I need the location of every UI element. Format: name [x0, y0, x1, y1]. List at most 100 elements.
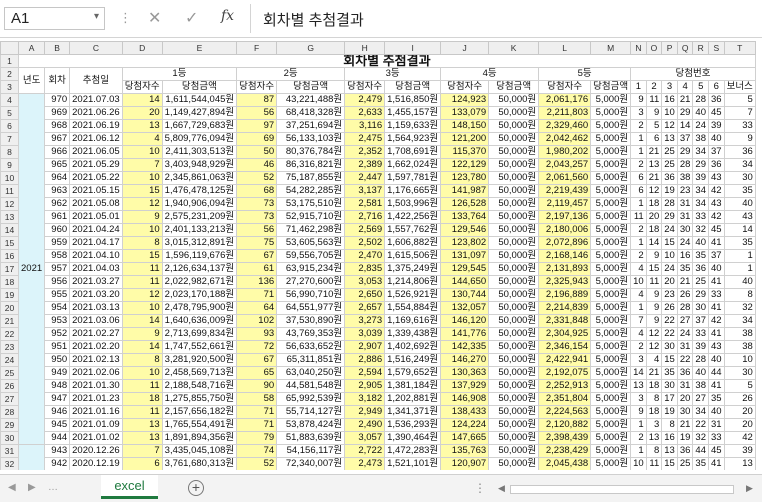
winners-cell[interactable]: 135,763: [440, 444, 490, 458]
winners-cell[interactable]: 52: [236, 171, 278, 185]
amount-cell[interactable]: 1,503,996원: [384, 197, 442, 211]
amount-cell[interactable]: 5,000원: [590, 366, 632, 380]
amount-cell[interactable]: 50,000원: [488, 314, 540, 328]
winners-cell[interactable]: 146,270: [440, 353, 490, 367]
number-cell[interactable]: 30: [661, 379, 678, 393]
winners-cell[interactable]: 2,331,848: [538, 314, 592, 328]
amount-cell[interactable]: 50,000원: [488, 184, 540, 198]
amount-cell[interactable]: 50,000원: [488, 106, 540, 120]
bonus-cell[interactable]: 5: [723, 93, 756, 107]
amount-cell[interactable]: 1,275,855,750원: [161, 392, 238, 406]
number-cell[interactable]: 1: [630, 418, 647, 432]
winners-cell[interactable]: 2,197,136: [538, 210, 592, 224]
amount-cell[interactable]: 37,251,694원: [276, 119, 346, 133]
number-cell[interactable]: 4: [630, 288, 647, 302]
amount-cell[interactable]: 50,000원: [488, 301, 540, 315]
number-cell[interactable]: 2: [630, 158, 647, 172]
winners-cell[interactable]: 2,214,839: [538, 301, 592, 315]
winners-cell[interactable]: 18: [121, 392, 163, 406]
number-cell[interactable]: 1: [630, 444, 647, 458]
winners-cell[interactable]: 137,929: [440, 379, 490, 393]
winners-cell[interactable]: 115,370: [440, 145, 490, 159]
number-cell[interactable]: 39: [692, 171, 709, 185]
number-cell[interactable]: 15: [661, 353, 678, 367]
number-cell[interactable]: 13: [661, 444, 678, 458]
winners-cell[interactable]: 9: [121, 327, 163, 341]
winners-cell[interactable]: 147,665: [440, 431, 490, 445]
bonus-cell[interactable]: 42: [723, 431, 756, 445]
number-cell[interactable]: 41: [708, 327, 725, 341]
amount-cell[interactable]: 2,478,795,900원: [161, 301, 238, 315]
winners-cell[interactable]: 102: [236, 314, 278, 328]
select-all-corner[interactable]: [0, 41, 19, 55]
row-header[interactable]: 20: [0, 301, 19, 315]
header-winners[interactable]: 당첨자수: [440, 80, 490, 94]
amount-cell[interactable]: 1,214,806원: [384, 275, 442, 289]
winners-cell[interactable]: 15: [121, 184, 163, 198]
date-cell[interactable]: 2021.06.19: [69, 119, 123, 133]
round-cell[interactable]: 958: [44, 249, 71, 263]
winners-cell[interactable]: 2,224,563: [538, 405, 592, 419]
row-header[interactable]: 31: [0, 444, 19, 458]
number-cell[interactable]: 39: [692, 340, 709, 354]
number-cell[interactable]: 20: [676, 392, 694, 406]
winners-cell[interactable]: 11: [121, 262, 163, 276]
amount-cell[interactable]: 5,000원: [590, 223, 632, 237]
amount-cell[interactable]: 75,187,855원: [276, 171, 346, 185]
amount-cell[interactable]: 50,000원: [488, 210, 540, 224]
amount-cell[interactable]: 1,526,921원: [384, 288, 442, 302]
winners-cell[interactable]: 3,057: [344, 431, 386, 445]
winners-cell[interactable]: 2,351,804: [538, 392, 592, 406]
bonus-cell[interactable]: 35: [723, 236, 756, 250]
winners-cell[interactable]: 3,053: [344, 275, 386, 289]
amount-cell[interactable]: 1,476,478,125원: [161, 184, 238, 198]
winners-cell[interactable]: 61: [236, 262, 278, 276]
winners-cell[interactable]: 142,335: [440, 340, 490, 354]
amount-cell[interactable]: 3,435,045,108원: [161, 444, 238, 458]
winners-cell[interactable]: 138,433: [440, 405, 490, 419]
amount-cell[interactable]: 5,000원: [590, 275, 632, 289]
number-cell[interactable]: 25: [692, 275, 709, 289]
winners-cell[interactable]: 97: [236, 119, 278, 133]
date-cell[interactable]: 2021.03.20: [69, 288, 123, 302]
date-cell[interactable]: 2021.06.26: [69, 106, 123, 120]
amount-cell[interactable]: 1,375,249원: [384, 262, 442, 276]
number-cell[interactable]: 5: [645, 119, 663, 133]
winners-cell[interactable]: 2,119,457: [538, 197, 592, 211]
winners-cell[interactable]: 2,475: [344, 132, 386, 146]
header-number[interactable]: 1: [630, 80, 647, 94]
prev-sheet-icon[interactable]: ◀: [8, 482, 16, 493]
enter-icon[interactable]: ✓: [185, 8, 198, 28]
winners-cell[interactable]: 129,545: [440, 262, 490, 276]
winners-cell[interactable]: 1,980,202: [538, 145, 592, 159]
row-header[interactable]: 9: [0, 158, 19, 172]
date-cell[interactable]: 2021.04.17: [69, 236, 123, 250]
row-header[interactable]: 19: [0, 288, 19, 302]
amount-cell[interactable]: 50,000원: [488, 171, 540, 185]
amount-cell[interactable]: 1,708,691원: [384, 145, 442, 159]
column-header[interactable]: H: [344, 41, 386, 55]
winners-cell[interactable]: 71: [236, 288, 278, 302]
number-cell[interactable]: 3: [630, 106, 647, 120]
winners-cell[interactable]: 2,168,146: [538, 249, 592, 263]
winners-cell[interactable]: 2,120,882: [538, 418, 592, 432]
amount-cell[interactable]: 3,403,948,929원: [161, 158, 238, 172]
amount-cell[interactable]: 1,557,762원: [384, 223, 442, 237]
winners-cell[interactable]: 52: [236, 457, 278, 470]
winners-cell[interactable]: 10: [121, 171, 163, 185]
number-cell[interactable]: 34: [692, 197, 709, 211]
amount-cell[interactable]: 2,188,548,716원: [161, 379, 238, 393]
number-cell[interactable]: 28: [676, 301, 694, 315]
winners-cell[interactable]: 2,211,803: [538, 106, 592, 120]
winners-cell[interactable]: 2,219,439: [538, 184, 592, 198]
amount-cell[interactable]: 68,418,328원: [276, 106, 346, 120]
header-prize2[interactable]: 2등: [236, 67, 346, 81]
number-cell[interactable]: 2: [630, 223, 647, 237]
number-cell[interactable]: 30: [676, 223, 694, 237]
header-number[interactable]: 4: [676, 80, 694, 94]
winners-cell[interactable]: 2,192,075: [538, 366, 592, 380]
number-cell[interactable]: 37: [676, 132, 694, 146]
amount-cell[interactable]: 1,159,633원: [384, 119, 442, 133]
sheet-tab-excel[interactable]: excel: [101, 475, 158, 499]
number-cell[interactable]: 11: [645, 275, 663, 289]
